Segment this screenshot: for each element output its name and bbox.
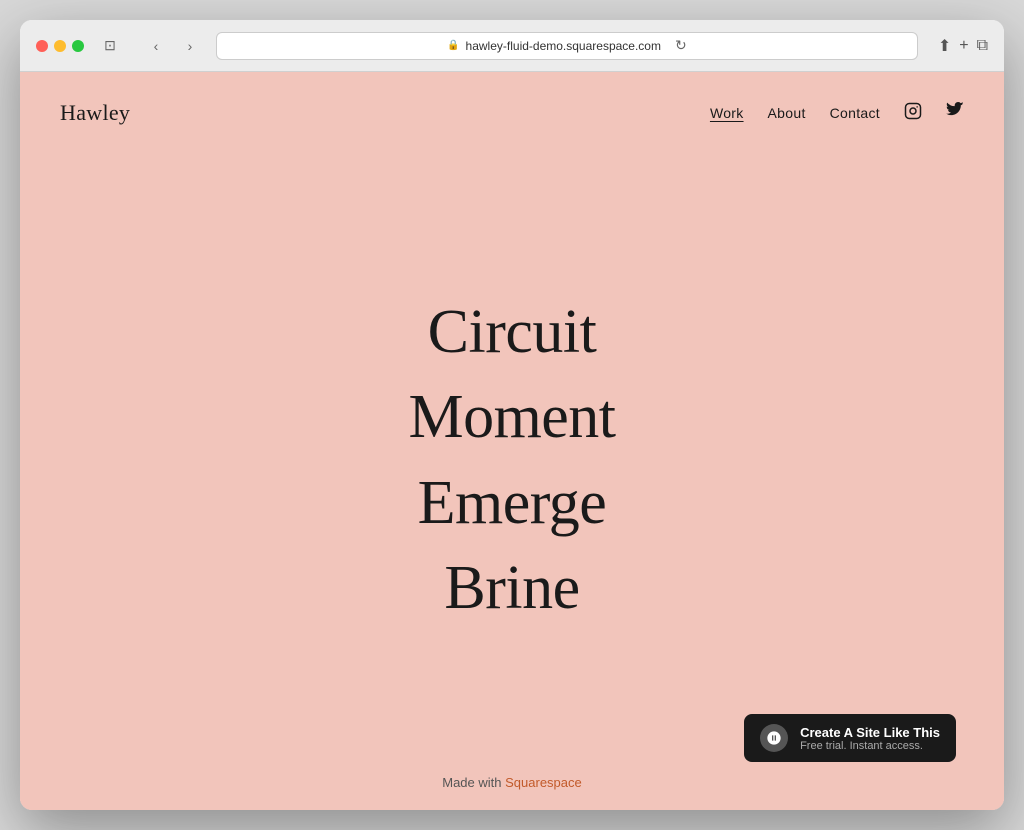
traffic-lights [36, 40, 84, 52]
browser-chrome: ⊡ ‹ › 🔒 hawley-fluid-demo.squarespace.co… [20, 20, 1004, 72]
footer-made-with: Made with [442, 775, 505, 790]
squarespace-link[interactable]: Squarespace [505, 775, 582, 790]
site-nav: Work About Contact [710, 102, 964, 124]
project-item-brine[interactable]: Brine [444, 550, 579, 628]
nav-about[interactable]: About [768, 105, 806, 121]
site-main: Circuit Moment Emerge Brine [20, 146, 1004, 755]
cta-banner[interactable]: Create A Site Like This Free trial. Inst… [744, 714, 956, 762]
url-text: hawley-fluid-demo.squarespace.com [466, 39, 661, 53]
nav-work[interactable]: Work [710, 105, 744, 121]
window-controls: ⊡ [96, 32, 124, 60]
twitter-icon[interactable] [946, 102, 964, 124]
forward-button[interactable]: › [176, 32, 204, 60]
address-bar[interactable]: 🔒 hawley-fluid-demo.squarespace.com ↻ [216, 32, 918, 60]
close-button[interactable] [36, 40, 48, 52]
minimize-button[interactable] [54, 40, 66, 52]
reload-button[interactable]: ↻ [675, 37, 687, 54]
project-item-moment[interactable]: Moment [408, 379, 615, 457]
browser-window: ⊡ ‹ › 🔒 hawley-fluid-demo.squarespace.co… [20, 20, 1004, 810]
cta-logo-icon [760, 724, 788, 752]
duplicate-button[interactable]: ⧉ [977, 37, 988, 55]
site-content: Hawley Work About Contact [20, 72, 1004, 810]
new-tab-button[interactable]: + [959, 37, 968, 55]
nav-controls: ‹ › [142, 32, 204, 60]
project-list: Circuit Moment Emerge Brine [408, 294, 615, 628]
browser-actions: ⬆ + ⧉ [938, 36, 988, 56]
share-button[interactable]: ⬆ [938, 36, 951, 56]
window-tile-icon[interactable]: ⊡ [96, 32, 124, 60]
site-header: Hawley Work About Contact [20, 72, 1004, 146]
project-item-emerge[interactable]: Emerge [418, 465, 607, 543]
cta-title: Create A Site Like This [800, 725, 940, 740]
site-logo[interactable]: Hawley [60, 100, 130, 126]
site-wrapper: Hawley Work About Contact [20, 72, 1004, 810]
instagram-icon[interactable] [904, 102, 922, 124]
back-button[interactable]: ‹ [142, 32, 170, 60]
site-footer: Made with Squarespace [20, 755, 1004, 810]
project-item-circuit[interactable]: Circuit [428, 294, 597, 372]
cta-text: Create A Site Like This Free trial. Inst… [800, 725, 940, 752]
lock-icon: 🔒 [447, 40, 459, 51]
cta-subtitle: Free trial. Instant access. [800, 740, 940, 752]
fullscreen-button[interactable] [72, 40, 84, 52]
nav-contact[interactable]: Contact [830, 105, 880, 121]
